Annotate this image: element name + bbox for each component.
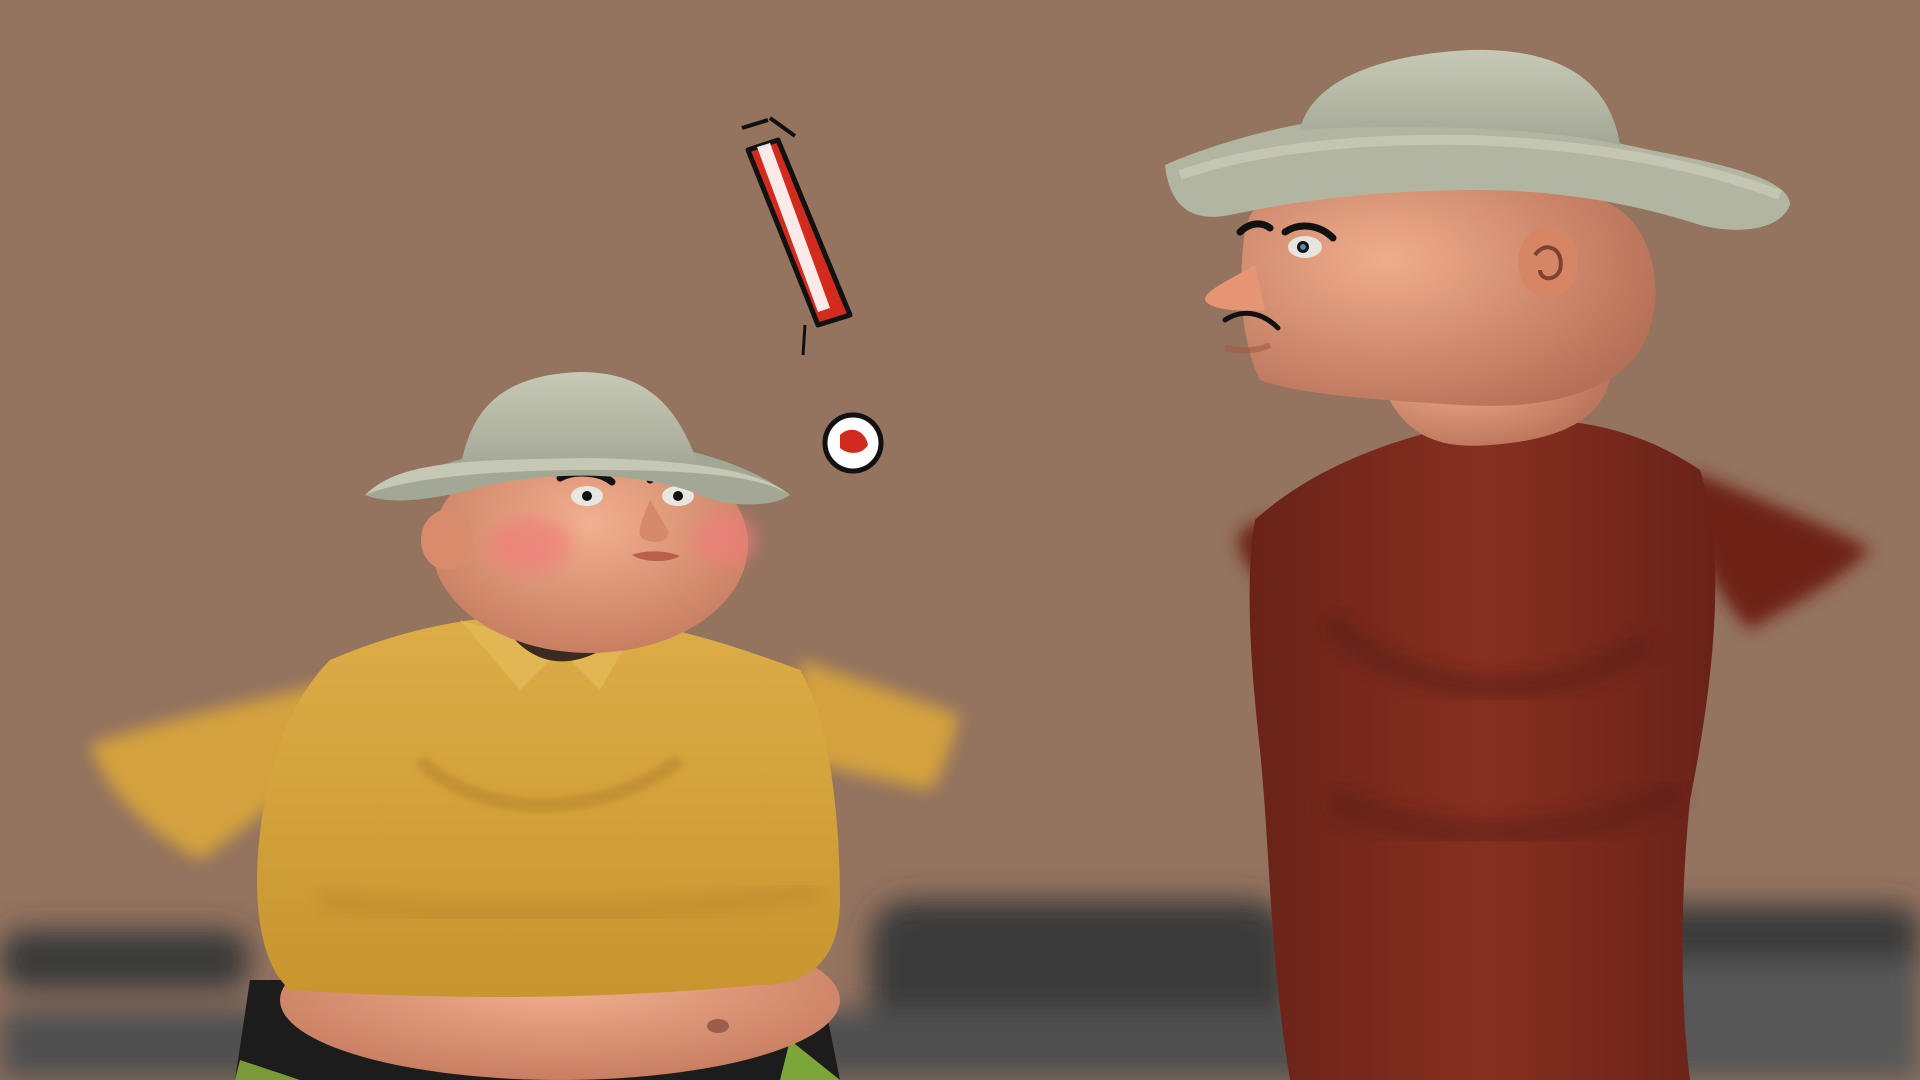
tall-man-shirt — [1249, 419, 1716, 1080]
illustration-scene — [0, 0, 1920, 1080]
short-man-ear — [421, 510, 473, 570]
scene-svg — [0, 0, 1920, 1080]
tall-man-ear — [1518, 226, 1578, 298]
